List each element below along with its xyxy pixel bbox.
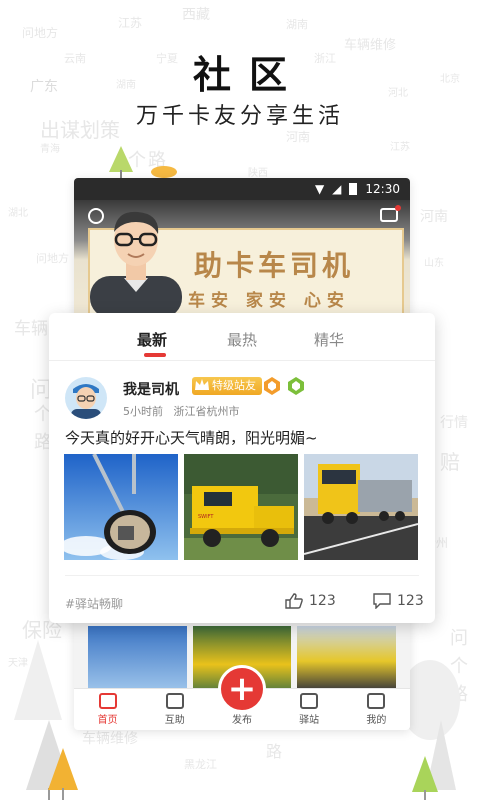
bg-word: 湖北 bbox=[8, 208, 28, 219]
bottom-tabbar: 首页 互助 发布 驿站 我的 + bbox=[74, 665, 410, 730]
like-button[interactable]: 123 bbox=[285, 593, 336, 609]
signal-icon: ◢ bbox=[332, 182, 342, 196]
active-tab-indicator bbox=[144, 353, 166, 357]
bg-word: 行情 bbox=[440, 415, 468, 431]
tab-station[interactable]: 驿站 bbox=[281, 693, 337, 726]
message-icon[interactable] bbox=[380, 205, 401, 222]
thumbnail bbox=[88, 626, 187, 690]
bg-word: 山东 bbox=[424, 258, 444, 269]
bg-word: 问地方 bbox=[22, 26, 59, 40]
comment-icon bbox=[373, 593, 391, 609]
mountain-icon bbox=[14, 640, 62, 720]
comment-button[interactable]: 123 bbox=[373, 593, 424, 609]
wifi-icon: ▼ bbox=[314, 182, 325, 196]
user-badge: 特级站友 bbox=[192, 377, 262, 395]
tree-icon bbox=[48, 748, 78, 800]
bg-word: 西藏 bbox=[182, 7, 210, 23]
tab-hottest[interactable]: 最热 bbox=[227, 329, 257, 350]
home-icon bbox=[98, 693, 117, 709]
banner-slogan: 车安 家安 心安 bbox=[188, 291, 350, 311]
bookmark-icon bbox=[300, 693, 319, 709]
bg-word: 问地方 bbox=[36, 252, 69, 265]
bg-word: 黑龙江 bbox=[184, 758, 217, 771]
truck-mirror-photo[interactable] bbox=[64, 454, 178, 560]
feed-card: 最新 最热 精华 我是司机 特级站友 5小时前 浙江省杭州市 今天真的好开心天气… bbox=[49, 313, 435, 623]
bg-word: 陕西 bbox=[248, 168, 268, 179]
tab-featured[interactable]: 精华 bbox=[314, 329, 344, 350]
divider bbox=[65, 575, 419, 576]
comment-count: 123 bbox=[397, 593, 424, 609]
post-username[interactable]: 我是司机 bbox=[123, 379, 179, 399]
tab-mutual-help[interactable]: 互助 bbox=[147, 693, 203, 726]
bg-word: 河南 bbox=[420, 209, 448, 225]
tab-latest[interactable]: 最新 bbox=[137, 329, 167, 350]
heart-icon bbox=[165, 693, 184, 709]
post-topic[interactable]: #驿站畅聊 bbox=[65, 595, 123, 612]
cloud-icon bbox=[151, 166, 177, 178]
post-images: SWIFT bbox=[64, 454, 420, 560]
tree-icon bbox=[109, 146, 133, 180]
post-location: 浙江省杭州市 bbox=[173, 405, 240, 418]
page-title: 社区 bbox=[192, 52, 305, 97]
status-time: 12:30 bbox=[365, 182, 400, 196]
driver-mascot-illustration bbox=[90, 211, 182, 318]
yellow-truck-photo[interactable]: SWIFT bbox=[184, 454, 298, 560]
status-bar: ▼ ◢ 12:30 bbox=[74, 178, 410, 200]
like-count: 123 bbox=[309, 593, 336, 609]
bg-word: 车辆维修 bbox=[82, 731, 138, 747]
page-subtitle: 万千卡友分享生活 bbox=[135, 104, 344, 129]
post-text[interactable]: 今天真的好开心天气晴朗，阳光明媚~ bbox=[65, 427, 318, 448]
achievement-badge-icon bbox=[288, 377, 304, 395]
svg-text:SWIFT: SWIFT bbox=[198, 514, 214, 520]
person-icon bbox=[367, 693, 386, 709]
thumbnail bbox=[297, 626, 397, 690]
battery-icon bbox=[349, 183, 358, 195]
publish-button[interactable]: + bbox=[218, 665, 266, 713]
bg-word: 河南 bbox=[286, 130, 311, 144]
thumbs-up-icon bbox=[285, 593, 303, 609]
bg-word: 青海 bbox=[40, 144, 60, 155]
avatar[interactable] bbox=[65, 377, 107, 419]
bg-word: 路 bbox=[266, 742, 283, 761]
crown-icon bbox=[195, 379, 209, 390]
tab-home[interactable]: 首页 bbox=[80, 693, 136, 726]
banner-title: 助卡车司机 bbox=[194, 249, 355, 282]
post-time: 5小时前 bbox=[123, 405, 163, 418]
post-meta: 5小时前 浙江省杭州市 bbox=[123, 403, 240, 419]
bg-word: 赔 bbox=[440, 450, 460, 474]
bg-word: 江苏 bbox=[118, 16, 143, 30]
feed-tabs: 最新 最热 精华 bbox=[49, 313, 435, 361]
tree-icon bbox=[412, 756, 438, 800]
bg-word: 车辆 bbox=[14, 319, 48, 339]
yellow-truck-road-photo[interactable] bbox=[304, 454, 418, 560]
bg-word: 江苏 bbox=[390, 142, 410, 153]
bg-word: 湖南 bbox=[286, 18, 308, 31]
level-badge-icon bbox=[264, 377, 280, 395]
tab-mine[interactable]: 我的 bbox=[348, 693, 404, 726]
